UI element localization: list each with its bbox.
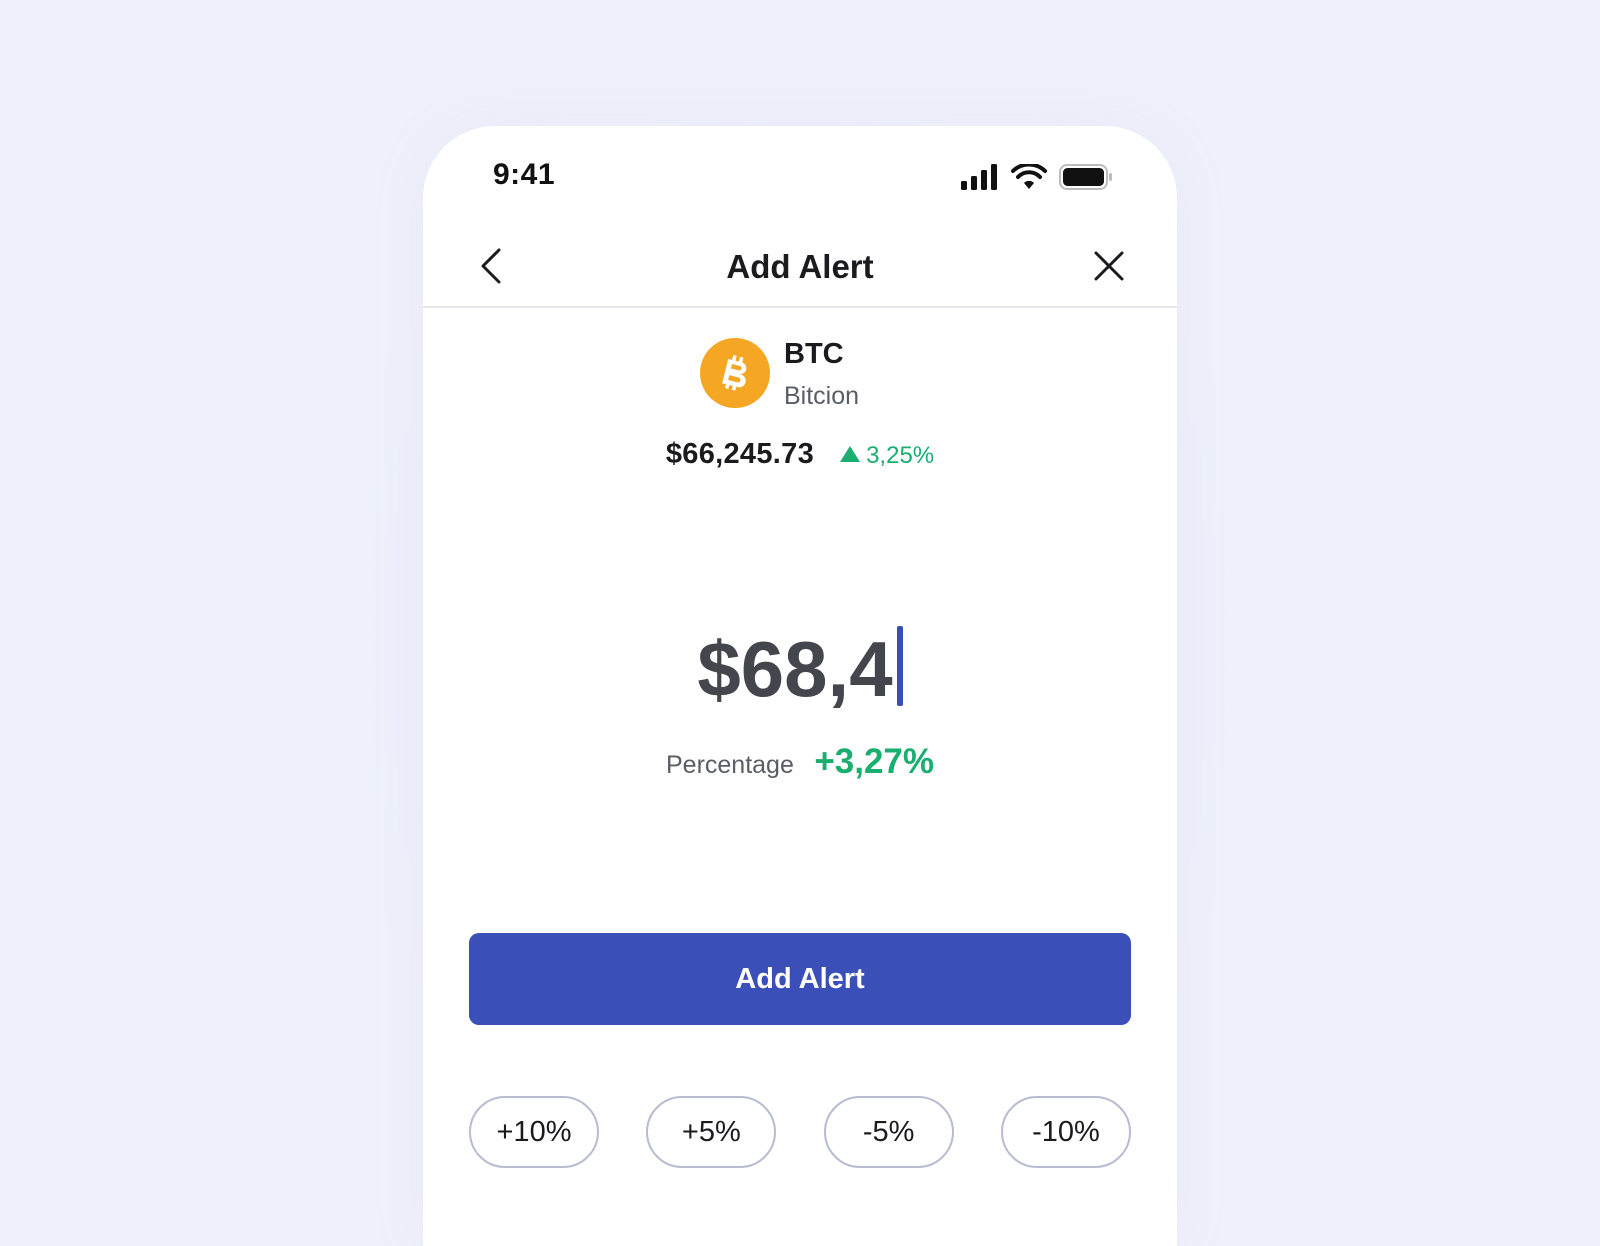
coin-symbol: BTC (784, 338, 844, 370)
price-change-value: 3,25% (866, 442, 935, 469)
close-button[interactable] (1087, 244, 1131, 288)
percentage-row: Percentage +3,27% (423, 742, 1177, 782)
bitcoin-icon (700, 338, 770, 408)
signal-icon (961, 164, 997, 190)
current-price: $66,245.73 (665, 438, 815, 470)
text-caret (896, 626, 903, 706)
add-alert-button[interactable]: Add Alert (469, 933, 1131, 1025)
status-time: 9:41 (493, 158, 556, 191)
alert-price-value: $68,4 (697, 625, 893, 713)
percentage-label: Percentage (665, 751, 794, 779)
chip-plus-5[interactable]: +5% (646, 1096, 777, 1168)
coin-info: BTC Bitcion (423, 338, 1177, 418)
status-bar: 9:41 (423, 126, 1177, 226)
quick-change-chips: +10% +5% -5% -10% (469, 1096, 1131, 1168)
close-icon (1094, 251, 1124, 281)
percentage-value: +3,27% (814, 742, 934, 781)
page-title: Add Alert (726, 248, 874, 285)
arrow-up-icon (840, 446, 861, 462)
chip-minus-5[interactable]: -5% (823, 1096, 954, 1168)
chip-minus-10[interactable]: -10% (1000, 1096, 1131, 1168)
coin-name: Bitcion (784, 382, 860, 410)
status-icons (961, 164, 1113, 190)
battery-icon (1059, 164, 1112, 190)
phone-screen: 9:41 Add Alert BTC Bitcion $66,245.73 3,… (423, 126, 1177, 1246)
price-row: $66,245.73 3,25% (423, 438, 1177, 471)
chip-plus-10[interactable]: +10% (469, 1096, 599, 1168)
header: Add Alert (423, 226, 1177, 308)
price-change: 3,25% (840, 442, 934, 469)
wifi-icon (1011, 164, 1047, 189)
alert-price-input[interactable]: $68,4 (423, 624, 1177, 715)
